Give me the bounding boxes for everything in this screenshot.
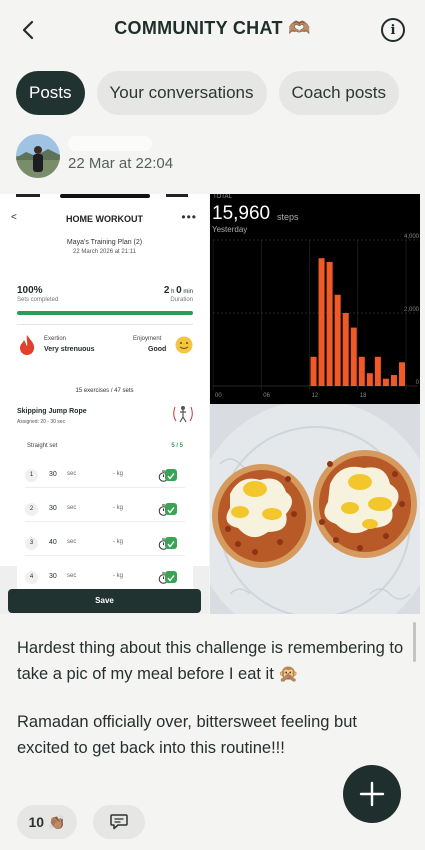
sets-card: Straight set 5 / 5 1 30 sec - kg 2 30 se…: [17, 434, 193, 594]
steps-bar: [390, 375, 397, 386]
scrollbar[interactable]: [413, 622, 416, 662]
set-number: 4: [25, 571, 38, 584]
set-unit: sec: [67, 539, 77, 545]
workout-date: 22 March 2026 at 21:11: [73, 249, 136, 255]
clap-button[interactable]: 10 👏🏽: [17, 805, 77, 839]
comment-button[interactable]: [93, 805, 145, 839]
post-timestamp: 22 Mar at 22:04: [68, 155, 174, 172]
app-header: COMMUNITY CHAT 🫶🏽 i: [0, 0, 425, 60]
caption-paragraph: Ramadan officially over, bittersweet fee…: [17, 713, 357, 757]
steps-bar: [374, 356, 381, 386]
plus-icon: [359, 781, 385, 807]
set-weight: - kg: [113, 505, 124, 511]
duration-value: 2 h 0 min: [163, 285, 193, 296]
check-icon: [165, 469, 177, 481]
steps-bar: [334, 294, 341, 386]
sets-progress-bar: [17, 311, 193, 315]
post-actions: 10 👏🏽: [17, 805, 145, 839]
set-number: 1: [25, 469, 38, 482]
set-weight: - kg: [113, 471, 124, 477]
tab-coach-posts[interactable]: Coach posts: [278, 71, 399, 115]
meal-photo[interactable]: [210, 404, 420, 614]
set-value: 40: [49, 539, 57, 546]
set-weight: - kg: [113, 539, 124, 545]
info-icon: i: [390, 22, 396, 38]
steps-chart: 4,0002,000000 06 12 18: [212, 234, 420, 399]
post-author: 22 Mar at 22:04: [16, 133, 208, 179]
y-tick-label: 2,000: [404, 307, 420, 313]
x-tick-label: 00: [215, 393, 222, 399]
set-row: 4 30 sec - kg: [25, 568, 185, 588]
exercise-count: 15 exercises / 47 sets: [75, 388, 134, 394]
jump-rope-icon: [173, 406, 193, 423]
clap-count: 10: [28, 814, 45, 830]
set-unit: sec: [67, 471, 77, 477]
divider: [17, 324, 193, 325]
steps-screenshot-image[interactable]: TOTAL 15,960 steps Yesterday 4,000 2,000 0…: [210, 194, 420, 404]
more-icon: •••: [181, 210, 197, 224]
set-number: 3: [25, 537, 38, 550]
steps-bar: [318, 258, 325, 386]
set-progress: 5 / 5: [171, 443, 183, 449]
check-icon: [165, 571, 177, 583]
steps-bar: [358, 356, 365, 386]
x-tick-label: 18: [360, 393, 367, 399]
x-tick-label: 06: [263, 393, 270, 399]
workout-plan: Maya's Training Plan (2): [66, 239, 143, 246]
steps-bar: [398, 362, 405, 386]
check-icon: [165, 537, 177, 549]
enjoyment-value: Good: [148, 346, 167, 353]
author-name-redacted: [68, 136, 152, 151]
steps-bar: [310, 356, 317, 386]
set-number: 2: [25, 503, 38, 516]
flame-icon: [20, 335, 35, 355]
x-tick-label: 12: [312, 393, 319, 399]
steps-bar: [342, 313, 349, 386]
workout-title: HOME WORKOUT: [66, 214, 143, 224]
steps-bar: [382, 378, 389, 386]
duration-label: Duration: [170, 297, 193, 303]
add-post-button[interactable]: [343, 765, 401, 823]
set-row: 2 30 sec - kg: [25, 500, 185, 522]
clap-icon: 👏🏽: [48, 813, 66, 830]
set-unit: sec: [67, 573, 77, 579]
tab-your-conversations[interactable]: Your conversations: [96, 71, 267, 115]
y-tick-label: 4,000: [404, 234, 420, 240]
workout-save-button: Save: [8, 589, 201, 613]
y-tick-label: 0: [416, 380, 420, 386]
sets-percent: 100%: [17, 285, 43, 296]
comment-icon: [110, 814, 128, 830]
workout-screenshot-image[interactable]: < HOME WORKOUT ••• Maya's Training Plan …: [0, 194, 209, 614]
exertion-value: Very strenuous: [44, 346, 95, 353]
caption-paragraph: Hardest thing about this challenge is re…: [17, 639, 404, 683]
page-title: COMMUNITY CHAT 🫶🏽: [114, 18, 311, 38]
set-value: 30: [49, 573, 57, 580]
tab-bar: Posts Your conversations Coach posts: [16, 71, 399, 115]
post-caption: Hardest thing about this challenge is re…: [17, 636, 407, 761]
steps-bar: [326, 261, 333, 386]
set-value: 30: [49, 505, 57, 512]
status-bar: [16, 194, 188, 198]
set-weight: - kg: [113, 573, 124, 579]
info-button[interactable]: i: [381, 18, 405, 42]
set-row: 1 30 sec - kg: [25, 466, 185, 488]
set-unit: sec: [67, 505, 77, 511]
sets-label: Sets completed: [17, 297, 59, 303]
exertion-label: Exertion: [44, 336, 67, 342]
set-row: 3 40 sec - kg: [25, 534, 185, 556]
steps-bar: [350, 327, 357, 386]
smiley-icon: [175, 336, 193, 354]
exercise-assigned: Assigned: 20 - 30 sec: [17, 419, 66, 425]
enjoyment-label: Enjoyment: [133, 336, 162, 342]
exercise-name: Skipping Jump Rope: [17, 408, 87, 415]
tab-posts[interactable]: Posts: [16, 71, 85, 115]
avatar[interactable]: [16, 134, 60, 178]
post-photos: < HOME WORKOUT ••• Maya's Training Plan …: [0, 194, 420, 614]
set-value: 30: [49, 471, 57, 478]
check-icon: [165, 503, 177, 515]
steps-bar: [366, 373, 373, 386]
set-type: Straight set: [27, 443, 58, 449]
